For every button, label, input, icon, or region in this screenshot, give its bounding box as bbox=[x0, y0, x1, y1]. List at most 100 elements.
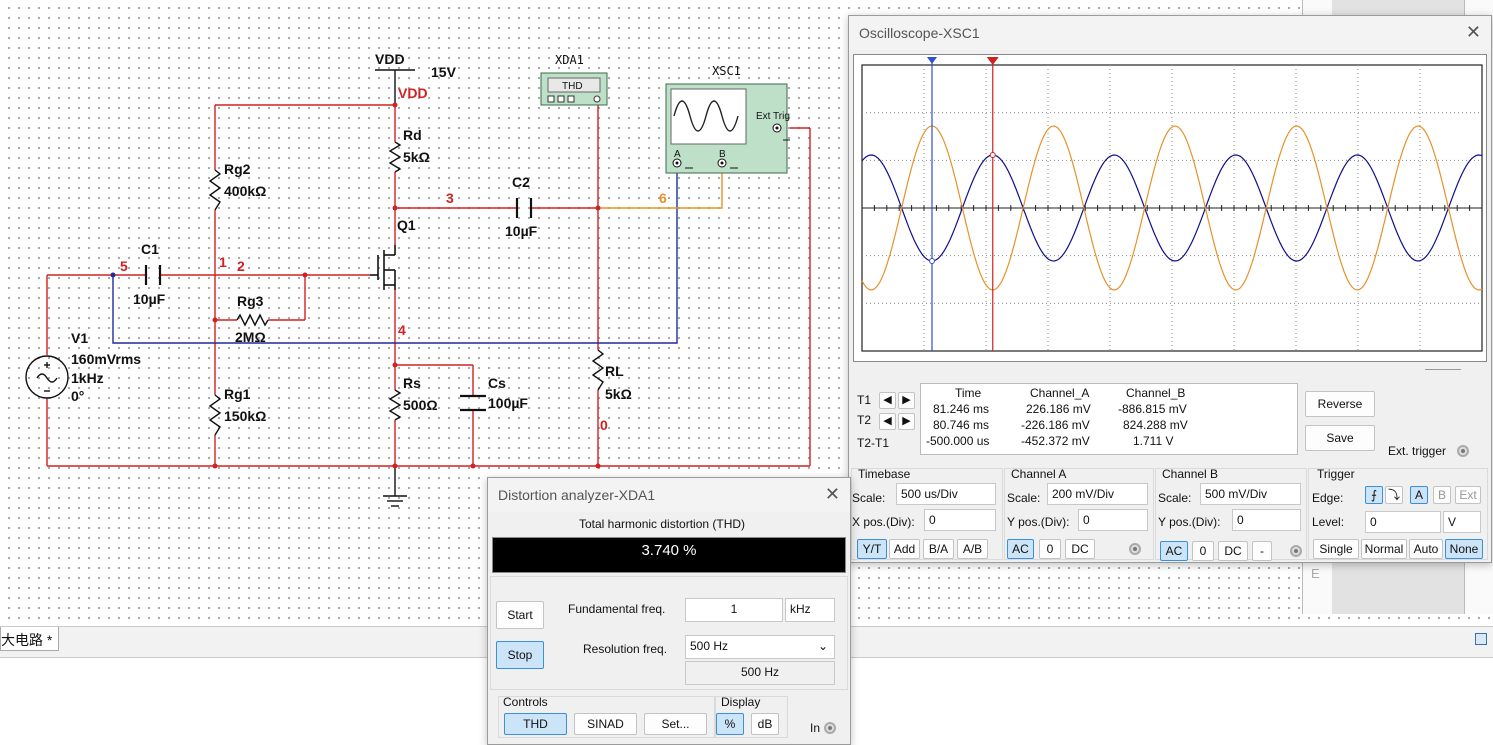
t1-channel-b: -886.815 mV bbox=[1118, 402, 1187, 416]
vdd-symbol-label: VDD bbox=[375, 51, 405, 67]
close-icon[interactable]: ✕ bbox=[1466, 23, 1481, 41]
thd-header: Total harmonic distortion (THD) bbox=[579, 517, 746, 531]
channel-a-zero-button[interactable]: 0 bbox=[1039, 539, 1061, 559]
channel-b-invert-button[interactable]: - bbox=[1252, 541, 1272, 561]
trigger-source-b-button[interactable]: B bbox=[1433, 486, 1451, 504]
ext-trig-label: Ext Trig bbox=[756, 111, 790, 122]
channel-b-terminal[interactable] bbox=[1290, 545, 1302, 557]
edge-letter: E bbox=[1311, 566, 1320, 581]
fundamental-freq-field[interactable]: 1 bbox=[685, 598, 783, 622]
channel-b-ac-button[interactable]: AC bbox=[1160, 541, 1188, 561]
resolution-freq-select[interactable]: 500 Hz ⌄ bbox=[685, 635, 835, 659]
timebase-scale-field[interactable]: 500 us/Div bbox=[896, 483, 996, 505]
rg1-value: 150kΩ bbox=[224, 408, 266, 424]
channel-a-ac-button[interactable]: AC bbox=[1007, 539, 1034, 559]
rs-name: Rs bbox=[403, 375, 421, 391]
fundamental-unit-field[interactable]: kHz bbox=[785, 598, 835, 622]
reverse-button[interactable]: Reverse bbox=[1305, 391, 1375, 417]
scope-b-terminal: B bbox=[719, 149, 726, 160]
cs-name: Cs bbox=[488, 375, 506, 391]
rs-value: 500Ω bbox=[403, 397, 438, 413]
input-terminal[interactable] bbox=[824, 722, 836, 734]
channel-b-group: Channel B Scale: 500 mV/Div Y pos.(Div):… bbox=[1155, 467, 1307, 561]
trigger-source-ext-button[interactable]: Ext bbox=[1455, 486, 1481, 504]
rd-name: Rd bbox=[403, 127, 422, 143]
t2-channel-b: 824.288 mV bbox=[1123, 418, 1188, 432]
diff-channel-a: -452.372 mV bbox=[1021, 434, 1090, 448]
xsc1-label: XSC1 bbox=[712, 64, 741, 78]
trigger-title: Trigger bbox=[1317, 467, 1355, 481]
cursor-t1-handle bbox=[986, 57, 999, 65]
channel-a-ypos-label: Y pos.(Div): bbox=[1007, 515, 1070, 529]
vdd-value-label: 15V bbox=[431, 64, 457, 80]
ext-trigger-terminal[interactable] bbox=[1457, 445, 1469, 457]
rl-value: 5kΩ bbox=[605, 386, 632, 402]
save-button[interactable]: Save bbox=[1305, 425, 1375, 451]
t1-right-arrow-icon[interactable]: ▶ bbox=[898, 392, 915, 409]
diff-channel-b: 1.711 V bbox=[1133, 434, 1174, 448]
q1-mosfet bbox=[370, 245, 396, 290]
ba-mode-button[interactable]: B/A bbox=[923, 539, 954, 559]
channel-b-scale-label: Scale: bbox=[1158, 491, 1192, 505]
distortion-titlebar[interactable]: Distortion analyzer-XDA1 ✕ bbox=[488, 478, 850, 512]
vdd-net-label: VDD bbox=[398, 85, 428, 101]
trigger-edge-label: Edge: bbox=[1312, 491, 1344, 505]
t2-right-arrow-icon[interactable]: ▶ bbox=[898, 413, 915, 430]
trigger-single-button[interactable]: Single bbox=[1313, 539, 1359, 559]
trigger-none-button[interactable]: None bbox=[1445, 539, 1483, 559]
col-time-header: Time bbox=[955, 386, 982, 400]
thd-mode-button[interactable]: THD bbox=[504, 713, 567, 735]
node-3-label: 3 bbox=[446, 190, 454, 206]
scope-plot bbox=[861, 57, 1483, 352]
timebase-xpos-field[interactable]: 0 bbox=[924, 509, 996, 531]
resize-grip[interactable] bbox=[1425, 369, 1461, 372]
tabbar-menu-icon[interactable] bbox=[1475, 633, 1487, 645]
channel-b-scale-field[interactable]: 500 mV/Div bbox=[1200, 483, 1301, 505]
trigger-level-unit[interactable]: V bbox=[1443, 511, 1481, 533]
channel-a-title: Channel A bbox=[1011, 467, 1067, 481]
cursor-t1-marker bbox=[989, 152, 996, 158]
add-mode-button[interactable]: Add bbox=[889, 539, 920, 559]
chevron-down-icon: ⌄ bbox=[817, 639, 828, 653]
percent-display-button[interactable]: % bbox=[716, 713, 744, 735]
trigger-auto-button[interactable]: Auto bbox=[1409, 539, 1443, 559]
cursor-t2-marker bbox=[929, 258, 935, 264]
trigger-source-a-button[interactable]: A bbox=[1410, 486, 1428, 504]
tab-circuit[interactable]: 大电路 * bbox=[0, 627, 60, 651]
channel-b-dc-button[interactable]: DC bbox=[1218, 541, 1248, 561]
channel-b-zero-button[interactable]: 0 bbox=[1192, 541, 1214, 561]
timebase-scale-label: Scale: bbox=[852, 491, 886, 505]
db-display-button[interactable]: dB bbox=[751, 713, 779, 735]
close-icon[interactable]: ✕ bbox=[825, 485, 840, 503]
ab-mode-button[interactable]: A/B bbox=[957, 539, 988, 559]
start-button[interactable]: Start bbox=[496, 601, 544, 629]
oscilloscope-titlebar[interactable]: Oscilloscope-XSC1 ✕ bbox=[849, 16, 1491, 50]
rg3-value: 2MΩ bbox=[235, 329, 266, 345]
rd-resistor bbox=[388, 141, 402, 173]
falling-edge-icon[interactable]: ⤵ bbox=[1385, 486, 1403, 504]
cursor-t1-label: T1 bbox=[857, 393, 872, 407]
scope-display[interactable] bbox=[853, 54, 1487, 362]
distortion-title: Distortion analyzer-XDA1 bbox=[498, 487, 656, 503]
cursor-t2-handle bbox=[927, 57, 937, 64]
thd-value: 3.740 % bbox=[641, 542, 697, 559]
trigger-normal-button[interactable]: Normal bbox=[1361, 539, 1407, 559]
cursor-readout-table: Time Channel_A Channel_B 81.246 ms 226.1… bbox=[920, 383, 1298, 455]
ext-trigger-label: Ext. trigger bbox=[1388, 444, 1447, 458]
channel-a-ypos-field[interactable]: 0 bbox=[1078, 509, 1148, 531]
cursor-diff-label: T2-T1 bbox=[857, 436, 890, 450]
channel-b-ypos-field[interactable]: 0 bbox=[1232, 509, 1301, 531]
rising-edge-icon[interactable]: ⨍ bbox=[1365, 486, 1383, 504]
rg1-name: Rg1 bbox=[224, 386, 251, 402]
channel-a-terminal[interactable] bbox=[1129, 543, 1141, 555]
stop-button[interactable]: Stop bbox=[496, 641, 544, 669]
channel-a-scale-field[interactable]: 200 mV/Div bbox=[1047, 483, 1148, 505]
sinad-mode-button[interactable]: SINAD bbox=[574, 713, 637, 735]
t1-left-arrow-icon[interactable]: ◀ bbox=[879, 392, 896, 409]
set-button[interactable]: Set... bbox=[644, 713, 707, 735]
t2-left-arrow-icon[interactable]: ◀ bbox=[879, 413, 896, 430]
channel-a-dc-button[interactable]: DC bbox=[1065, 539, 1095, 559]
trigger-level-field[interactable]: 0 bbox=[1365, 511, 1441, 533]
yt-mode-button[interactable]: Y/T bbox=[857, 539, 887, 559]
rg2-value: 400kΩ bbox=[224, 183, 266, 199]
